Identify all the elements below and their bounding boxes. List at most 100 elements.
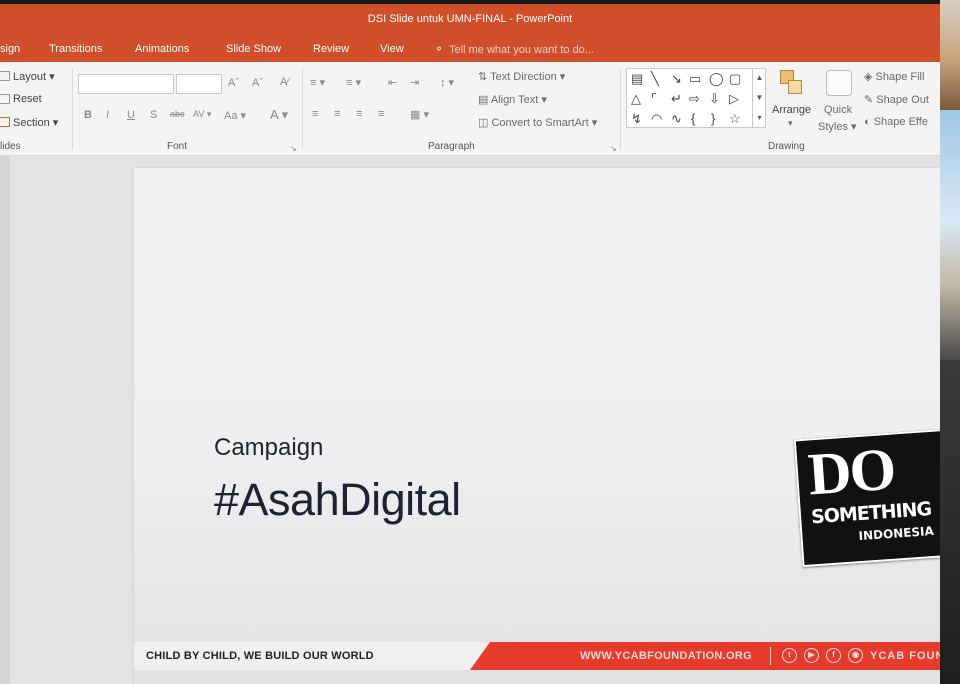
- scroll-up-icon[interactable]: ▲: [753, 68, 766, 88]
- columns-icon[interactable]: ▦ ▾: [410, 108, 429, 121]
- convert-smartart-button[interactable]: ◫ Convert to SmartArt ▾: [478, 116, 597, 129]
- shape-fill-button[interactable]: ◈ Shape Fill: [864, 70, 924, 83]
- decrease-indent-icon[interactable]: ⇤: [388, 76, 397, 89]
- shadow-icon[interactable]: S: [150, 109, 157, 121]
- webcam-feed-top: [940, 0, 960, 110]
- underline-icon[interactable]: U: [127, 109, 135, 121]
- arrange-dropdown-icon[interactable]: ▾: [788, 118, 793, 129]
- shapes-gallery-scroll[interactable]: ▲ ▼ ▾: [752, 68, 766, 128]
- paragraph-group-label: Paragraph: [428, 141, 475, 152]
- twitter-icon: t: [782, 648, 797, 663]
- webcam-feed-middle: [940, 110, 960, 360]
- curve-shape-icon[interactable]: ∿: [671, 112, 682, 125]
- bullets-icon[interactable]: ≡ ▾: [310, 76, 325, 89]
- slide-subtitle[interactable]: Campaign: [214, 434, 323, 462]
- do-something-logo: DO SOMETHING INDONESIA: [793, 428, 955, 568]
- arrange-icon[interactable]: [778, 68, 806, 98]
- title-bar: DSI Slide untuk UMN-FINAL - PowerPoint: [0, 0, 940, 38]
- align-left-icon[interactable]: ≡: [312, 108, 318, 120]
- elbow-connector-icon[interactable]: ⌜: [651, 92, 657, 105]
- ribbon-separator: [72, 68, 73, 150]
- font-launcher-icon[interactable]: ↘: [290, 144, 297, 153]
- quick-styles-label: Quick: [824, 104, 853, 116]
- shape-effects-button[interactable]: ◐ Shape Effe: [864, 116, 928, 128]
- justify-icon[interactable]: ≡: [378, 108, 384, 120]
- reset-icon: [0, 94, 10, 104]
- section-button[interactable]: Section ▾: [13, 116, 58, 129]
- drawing-group-label: Drawing: [768, 141, 805, 152]
- freeform-shape-icon[interactable]: ↯: [631, 112, 642, 125]
- tab-review[interactable]: Review: [313, 43, 349, 55]
- arrow-line-shape-icon[interactable]: ↘: [671, 72, 682, 85]
- more-shapes-icon[interactable]: ▾: [753, 108, 766, 128]
- footer-org-name: YCAB FOUN: [870, 650, 940, 662]
- font-group-label: Font: [167, 141, 188, 152]
- slide-canvas[interactable]: Campaign #AsahDigital CHILD BY CHILD, WE…: [134, 168, 940, 684]
- webcam-feed-bottom: [940, 360, 960, 684]
- youtube-icon: ▶: [804, 648, 819, 663]
- rectangle-shape-icon[interactable]: ▭: [689, 72, 701, 85]
- elbow-arrow-icon[interactable]: ↵: [671, 92, 682, 105]
- quick-styles-icon[interactable]: [826, 70, 852, 96]
- tell-me-text: Tell me what you want to do...: [449, 44, 594, 56]
- ribbon-separator: [302, 68, 303, 150]
- align-text-button[interactable]: ▤ Align Text ▾: [478, 93, 547, 106]
- right-brace-shape-icon[interactable]: }: [711, 112, 715, 125]
- ribbon-tabs: sign Transitions Animations Slide Show R…: [0, 38, 940, 62]
- oval-shape-icon[interactable]: ◯: [709, 72, 724, 85]
- footer-tagline: CHILD BY CHILD, WE BUILD OUR WORLD: [146, 650, 374, 662]
- increase-indent-icon[interactable]: ⇥: [410, 76, 419, 89]
- layout-button[interactable]: Layout ▾: [13, 70, 55, 83]
- paragraph-launcher-icon[interactable]: ↘: [610, 144, 617, 153]
- rounded-rect-shape-icon[interactable]: ▢: [729, 72, 741, 85]
- line-spacing-icon[interactable]: ↕ ▾: [440, 76, 454, 89]
- facebook-icon: f: [826, 648, 841, 663]
- left-brace-shape-icon[interactable]: {: [691, 112, 695, 125]
- triangle-shape-icon[interactable]: △: [631, 92, 641, 105]
- right-arrow-shape-icon[interactable]: ⇨: [689, 92, 700, 105]
- ribbon-separator: [620, 68, 621, 150]
- tell-me-box[interactable]: ⚬ Tell me what you want to do...: [434, 42, 594, 56]
- instagram-icon: ◉: [848, 648, 863, 663]
- strikethrough-icon[interactable]: abc: [170, 109, 185, 119]
- tab-animations[interactable]: Animations: [135, 43, 189, 55]
- logo-do: DO: [805, 435, 897, 508]
- tab-transitions[interactable]: Transitions: [49, 43, 102, 55]
- tab-slide-show[interactable]: Slide Show: [226, 43, 281, 55]
- slide-title[interactable]: #AsahDigital: [214, 474, 461, 526]
- font-color-icon[interactable]: A ▾: [270, 107, 288, 123]
- align-right-icon[interactable]: ≡: [356, 108, 362, 120]
- arrange-button[interactable]: Arrange: [772, 104, 811, 116]
- tab-design[interactable]: sign: [0, 43, 20, 55]
- clear-format-icon[interactable]: A∕: [280, 76, 289, 88]
- footer-red-band: WWW.YCABFOUNDATION.ORG t ▶ f ◉ YCAB FOUN: [470, 642, 940, 670]
- bold-icon[interactable]: B: [84, 109, 92, 121]
- shapes-gallery[interactable]: ▤ ╲ ↘ ▭ ◯ ▢ △ ⌜ ↵ ⇨ ⇩ ▷ ↯ ◠ ∿ { } ☆: [626, 68, 766, 128]
- ribbon: Layout ▾ Reset Section ▾ lides Aˆ Aˇ A∕ …: [0, 62, 940, 156]
- line-shape-icon[interactable]: ╲: [651, 72, 659, 85]
- align-center-icon[interactable]: ≡: [334, 108, 340, 120]
- webcam-overlay: [940, 0, 960, 684]
- thumbnail-pane[interactable]: [0, 156, 10, 684]
- font-size-box[interactable]: [176, 74, 222, 94]
- window-title: DSI Slide untuk UMN-FINAL - PowerPoint: [367, 13, 573, 25]
- slide-workspace: Campaign #AsahDigital CHILD BY CHILD, WE…: [0, 156, 940, 684]
- spacing-icon[interactable]: AV ▾: [193, 109, 211, 120]
- down-arrow-shape-icon[interactable]: ⇩: [709, 92, 720, 105]
- grow-font-icon[interactable]: Aˆ: [228, 77, 239, 89]
- textbox-shape-icon[interactable]: ▤: [631, 72, 643, 85]
- arc-shape-icon[interactable]: ◠: [651, 112, 662, 125]
- quick-styles-button[interactable]: Styles ▾: [818, 120, 857, 133]
- scroll-down-icon[interactable]: ▼: [753, 88, 766, 108]
- star-shape-icon[interactable]: ☆: [729, 112, 741, 125]
- shape-outline-button[interactable]: ✎ Shape Out: [864, 93, 929, 106]
- shrink-font-icon[interactable]: Aˇ: [252, 77, 263, 89]
- italic-icon[interactable]: I: [106, 109, 109, 121]
- reset-button[interactable]: Reset: [13, 93, 42, 105]
- change-case-button[interactable]: Aa ▾: [224, 109, 246, 122]
- tab-view[interactable]: View: [380, 43, 404, 55]
- flowchart-shape-icon[interactable]: ▷: [729, 92, 739, 105]
- numbering-icon[interactable]: ≡ ▾: [346, 76, 361, 89]
- text-direction-button[interactable]: ⇅ Text Direction ▾: [478, 70, 565, 83]
- font-name-box[interactable]: [78, 74, 174, 94]
